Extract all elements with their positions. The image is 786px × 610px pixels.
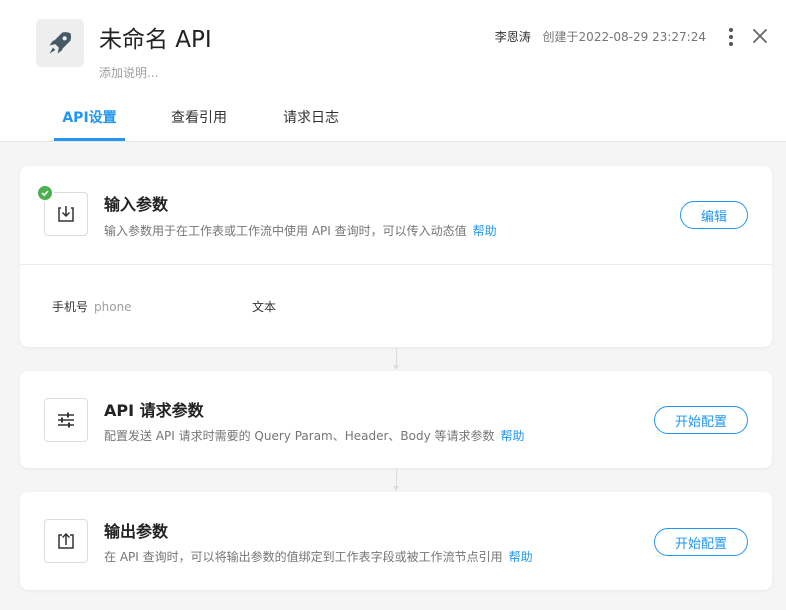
card-description: 输入参数用于在工作表或工作流中使用 API 查询时，可以传入动态值 帮助 bbox=[104, 222, 497, 239]
close-icon[interactable] bbox=[750, 26, 770, 46]
description-field[interactable]: 添加说明... bbox=[99, 64, 158, 81]
edit-button[interactable]: 编辑 bbox=[680, 201, 748, 229]
param-key: phone bbox=[94, 300, 132, 314]
more-options-icon[interactable] bbox=[722, 26, 740, 48]
meta-info: 李恩涛 创建于2022-08-29 23:27:24 bbox=[495, 28, 706, 45]
input-params-card: 输入参数 输入参数用于在工作表或工作流中使用 API 查询时，可以传入动态值 帮助… bbox=[20, 166, 772, 347]
request-params-card: API 请求参数 配置发送 API 请求时需要的 Query Param、Hea… bbox=[20, 371, 772, 468]
help-link[interactable]: 帮助 bbox=[473, 224, 497, 238]
param-row: 手机号 phone bbox=[52, 298, 132, 315]
card-description: 在 API 查询时，可以将输出参数的值绑定到工作表字段或被工作流节点引用 帮助 bbox=[104, 548, 533, 565]
page-title[interactable]: 未命名 API bbox=[99, 20, 212, 54]
flow-connector bbox=[393, 469, 399, 491]
tab-api-settings[interactable]: API设置 bbox=[54, 100, 125, 141]
card-title: 输出参数 bbox=[104, 522, 169, 541]
help-link[interactable]: 帮助 bbox=[501, 429, 525, 443]
card-description-text: 在 API 查询时，可以将输出参数的值绑定到工作表字段或被工作流节点引用 bbox=[104, 550, 503, 564]
page-header: 未命名 API 添加说明... 李恩涛 创建于2022-08-29 23:27:… bbox=[0, 0, 786, 142]
param-name: 手机号 bbox=[52, 300, 89, 314]
card-title: API 请求参数 bbox=[104, 401, 204, 420]
start-config-button[interactable]: 开始配置 bbox=[654, 406, 748, 434]
tab-bar: API设置 查看引用 请求日志 bbox=[0, 100, 786, 142]
created-time: 创建于2022-08-29 23:27:24 bbox=[542, 30, 706, 44]
rocket-icon bbox=[36, 19, 84, 67]
output-params-card: 输出参数 在 API 查询时，可以将输出参数的值绑定到工作表字段或被工作流节点引… bbox=[20, 492, 772, 590]
card-title: 输入参数 bbox=[104, 195, 169, 214]
tab-view-references[interactable]: 查看引用 bbox=[163, 100, 235, 141]
tab-request-logs[interactable]: 请求日志 bbox=[275, 100, 347, 141]
completed-check-icon bbox=[36, 184, 54, 202]
flow-connector bbox=[393, 348, 399, 370]
sliders-icon bbox=[44, 398, 88, 442]
card-description-text: 配置发送 API 请求时需要的 Query Param、Header、Body … bbox=[104, 429, 495, 443]
help-link[interactable]: 帮助 bbox=[509, 550, 533, 564]
divider bbox=[20, 264, 772, 265]
card-description-text: 输入参数用于在工作表或工作流中使用 API 查询时，可以传入动态值 bbox=[104, 224, 467, 238]
start-config-button[interactable]: 开始配置 bbox=[654, 528, 748, 556]
author-name: 李恩涛 bbox=[494, 30, 531, 44]
param-type: 文本 bbox=[252, 300, 277, 314]
export-icon bbox=[44, 519, 88, 563]
card-description: 配置发送 API 请求时需要的 Query Param、Header、Body … bbox=[104, 427, 525, 444]
